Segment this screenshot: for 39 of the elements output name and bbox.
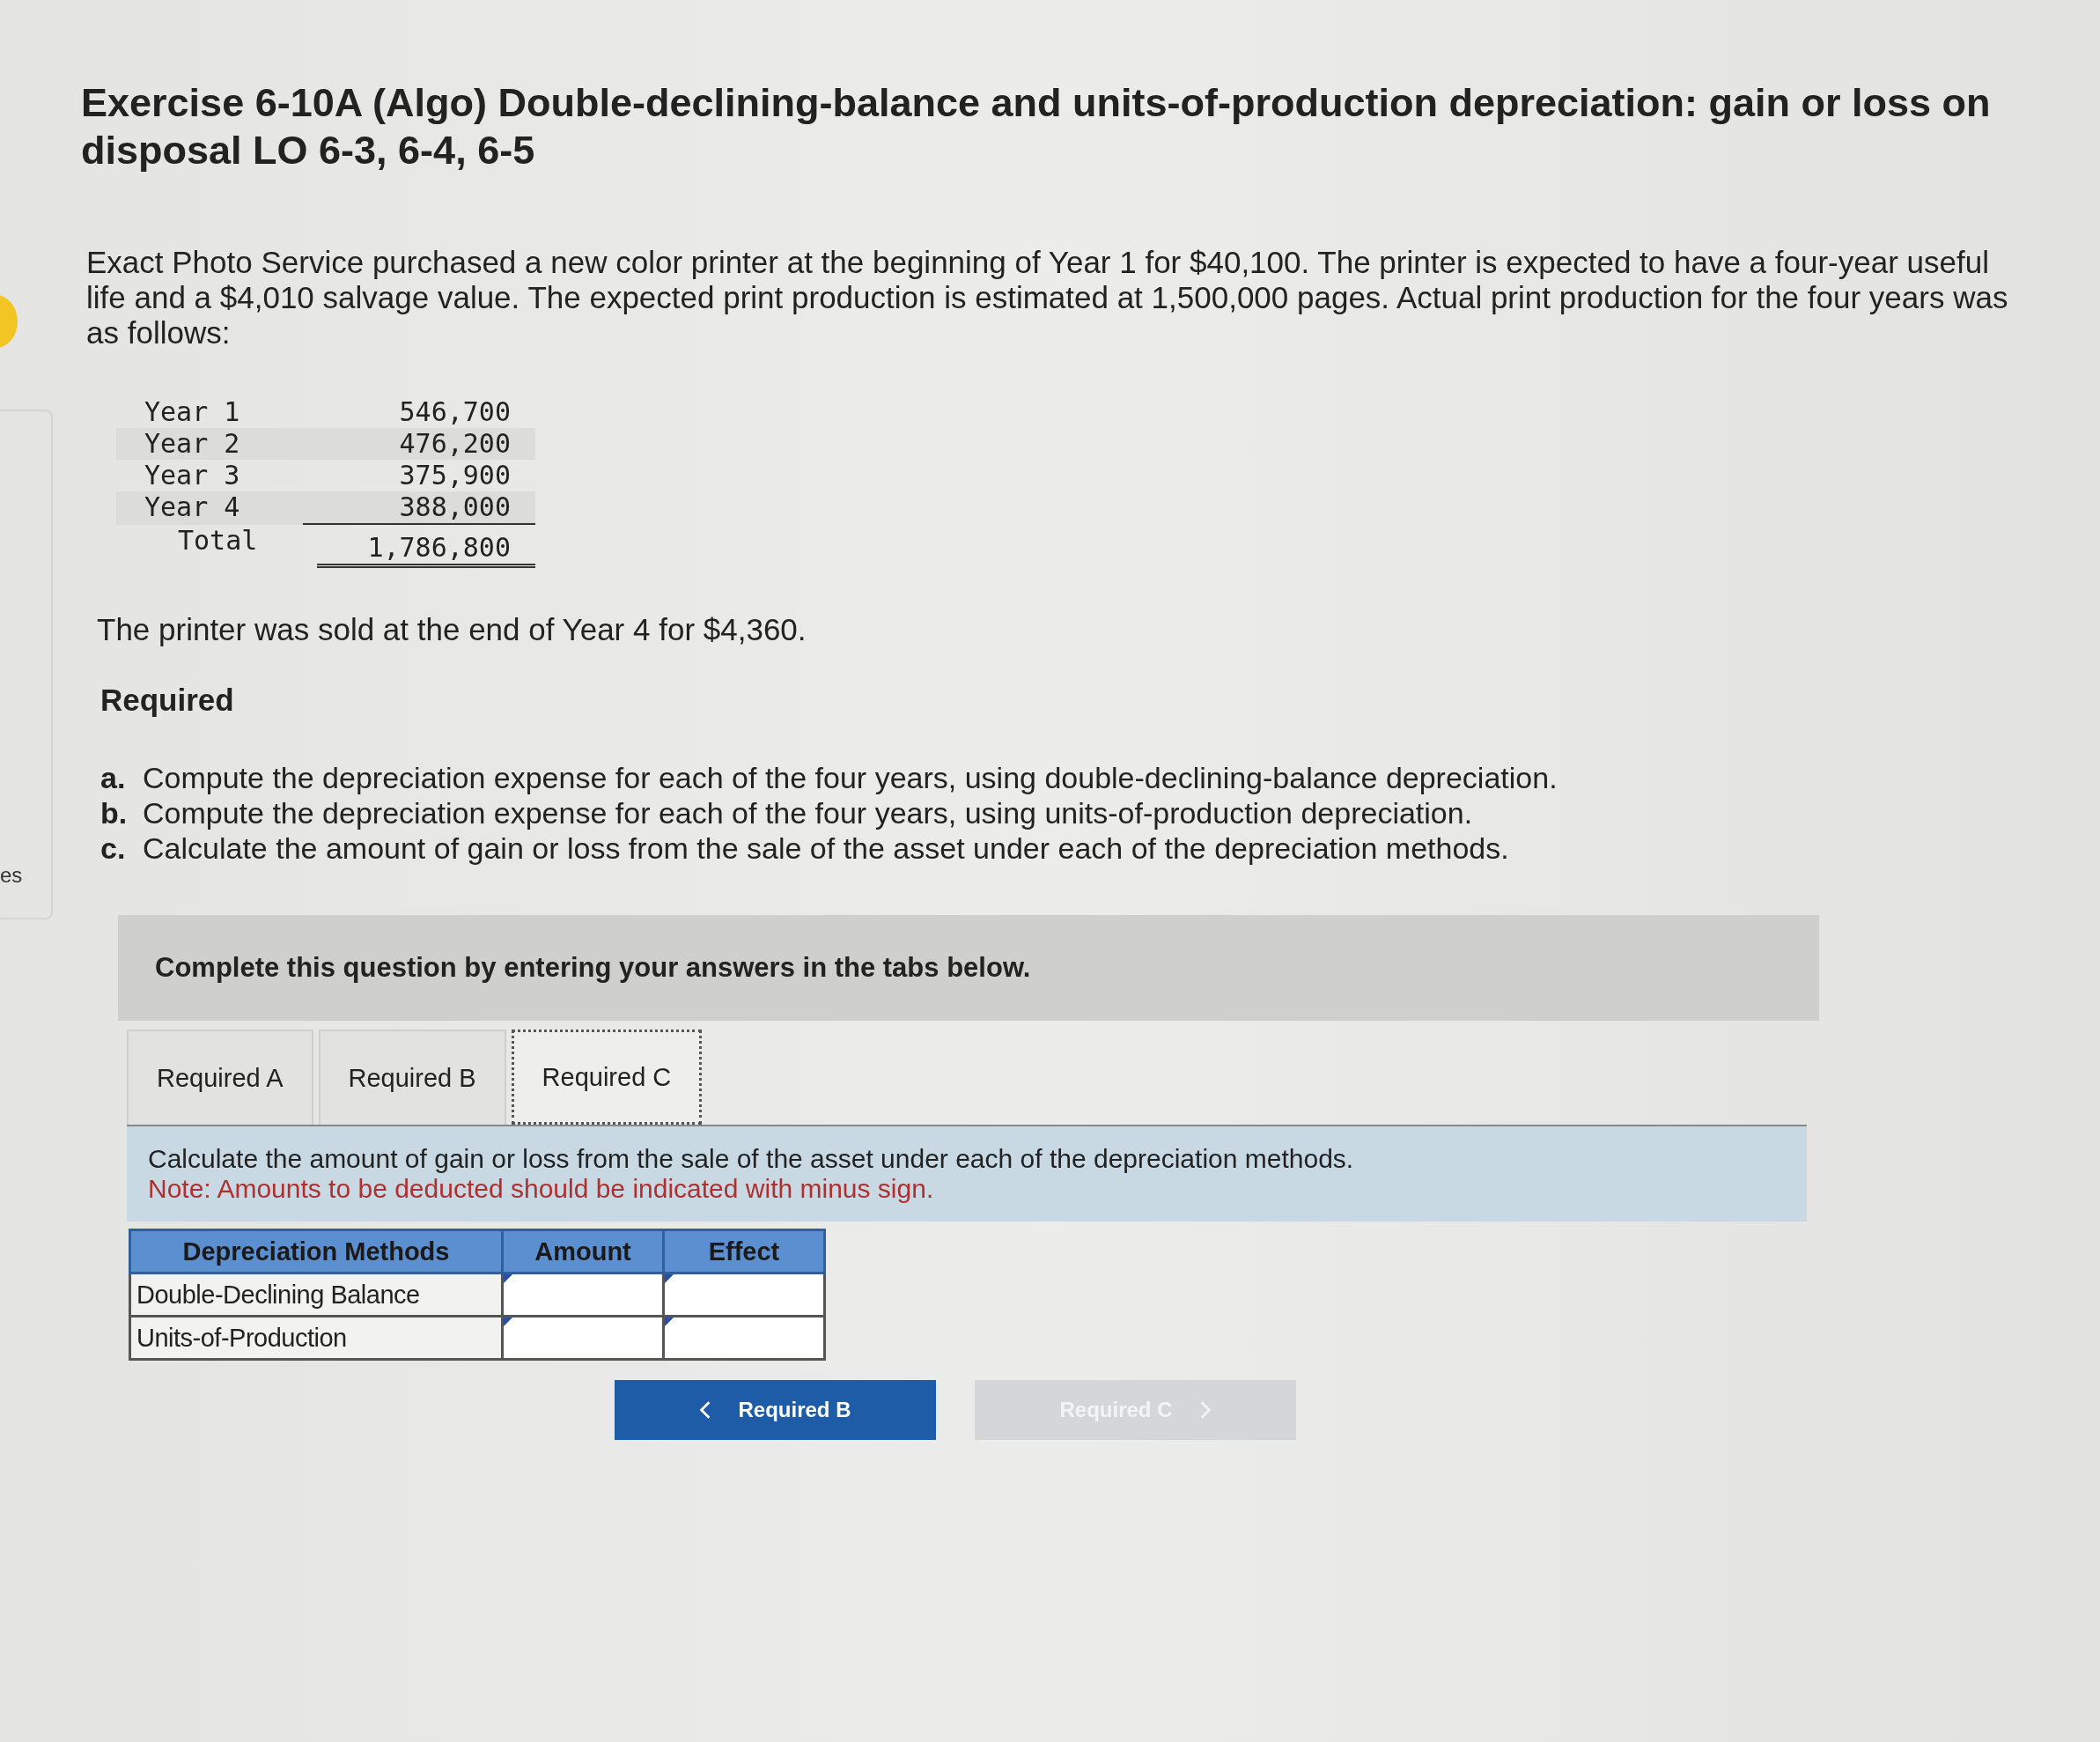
chevron-right-icon [1198, 1400, 1212, 1420]
exercise-title: Exercise 6-10A (Algo) Double-declining-balance and units-of-production depreciation: gain or loss on disposal LO 6-3, 6-4, 6-5 [81, 79, 1992, 174]
pages-value: 546,700 [398, 396, 512, 428]
note-text: Note: Amounts to be deducted should be indicated with minus sign. [148, 1174, 935, 1204]
tab[interactable]: Required C [511, 1030, 703, 1125]
column-header: Effect [663, 1229, 825, 1273]
item-letter: c. [100, 830, 127, 866]
question-text: Calculate the amount of gain or loss from the sale of the asset under each of the depreciation methods. [148, 1144, 1355, 1174]
sale-text: The printer was sold at the end of Year 4 for $4,360. [97, 612, 807, 647]
item-letter: b. [100, 795, 129, 830]
total-label: Total [177, 525, 259, 557]
amount-input[interactable] [502, 1316, 664, 1360]
year-label: Year 3 [144, 460, 241, 491]
tab[interactable]: Required B [318, 1030, 506, 1125]
pages-value: 388,000 [303, 491, 535, 525]
requirement-text: Compute the depreciation expense for each of the four years, using units-of-production depreciation. [143, 795, 1473, 830]
pages-value: 476,200 [398, 428, 512, 460]
effect-input[interactable] [663, 1316, 825, 1360]
side-tab[interactable]: es [0, 863, 23, 888]
year-label: Year 1 [144, 396, 241, 428]
table-cell: Double-Declining Balance [129, 1273, 503, 1317]
column-header: Amount [502, 1229, 664, 1273]
requirement-text: Calculate the amount of gain or loss from the sale of the asset under each of the depreciation methods. [143, 830, 1509, 866]
effect-input[interactable] [663, 1273, 825, 1317]
year-label: Year 4 [144, 491, 241, 524]
item-letter: a. [100, 760, 127, 795]
chevron-left-icon [699, 1400, 712, 1420]
table-cell: Units-of-Production [129, 1316, 503, 1360]
tab[interactable]: Required A [127, 1030, 313, 1125]
requirement-text: Compute the depreciation expense for each of the four years, using double-declining-balance depreciation. [143, 760, 1558, 795]
total-value: 1,786,800 [317, 532, 535, 568]
instruction-text: Complete this question by entering your answers in the tabs below. [155, 952, 1031, 984]
year-label: Year 2 [144, 428, 241, 460]
column-header: Depreciation Methods [129, 1229, 503, 1273]
problem-text: Exact Photo Service purchased a new color printer at the beginning of Year 1 for $40,100. The printer is expected to have a four-year useful life and a $4,010 salvage value. The expected print production is estimated at 1,500,000 pages. Actual print production for the four years was as follows: [86, 245, 2009, 351]
required-heading: Required [100, 683, 235, 718]
pages-value: 375,900 [398, 460, 512, 491]
nav-button[interactable]: Required B [615, 1380, 936, 1440]
amount-input[interactable] [502, 1273, 664, 1317]
